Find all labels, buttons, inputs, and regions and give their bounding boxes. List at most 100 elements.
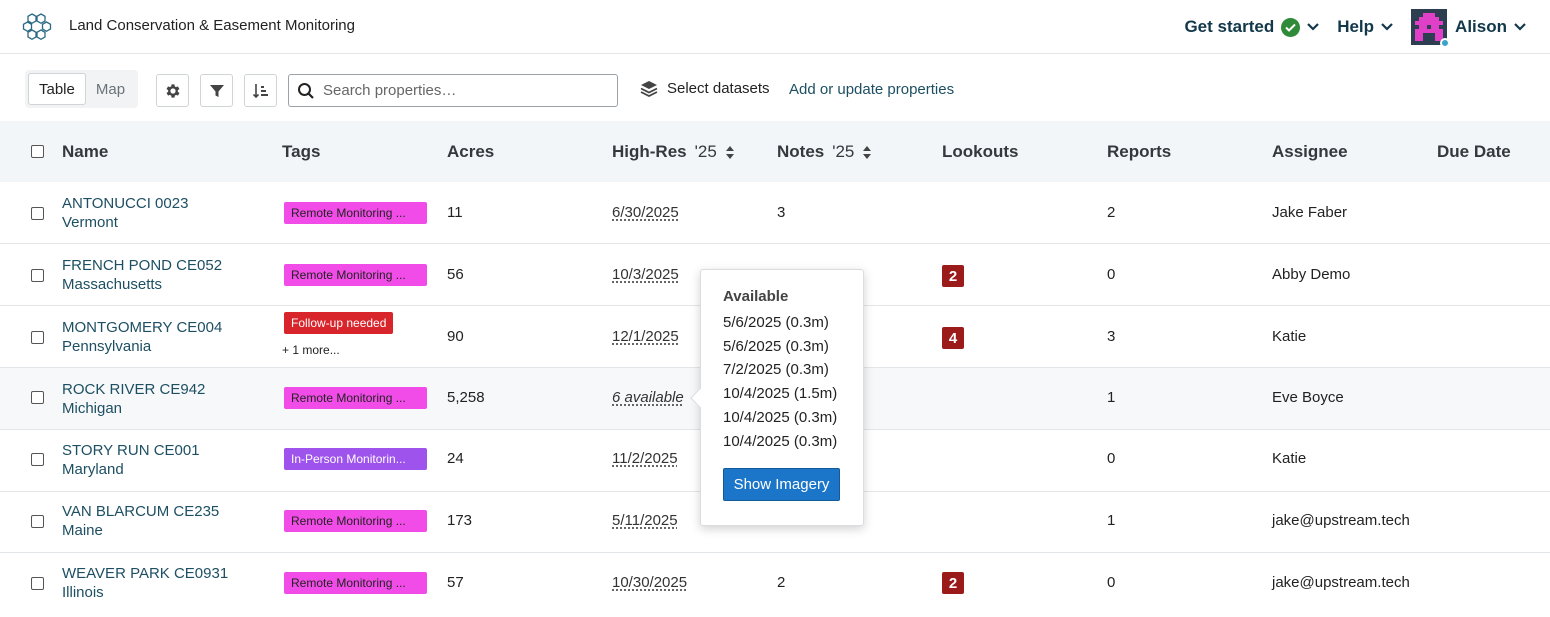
assignee-value: jake@upstream.tech bbox=[1272, 512, 1410, 529]
lookouts-badge[interactable]: 2 bbox=[942, 265, 964, 287]
row-checkbox[interactable] bbox=[31, 453, 44, 466]
table-row[interactable]: ANTONUCCI 0023 Vermont Remote Monitoring … bbox=[0, 182, 1550, 244]
assignee-value: Abby Demo bbox=[1272, 266, 1351, 283]
tag-badge[interactable]: Remote Monitoring ... bbox=[284, 510, 427, 532]
user-menu[interactable]: Alison bbox=[1411, 9, 1526, 48]
tag-badge[interactable]: Remote Monitoring ... bbox=[284, 264, 427, 286]
avatar bbox=[1411, 9, 1451, 48]
column-notes[interactable]: Notes '25 bbox=[777, 142, 872, 162]
imagery-date-item[interactable]: 10/4/2025 (1.5m) bbox=[723, 382, 863, 406]
property-name-link[interactable]: WEAVER PARK CE0931 Illinois bbox=[62, 564, 228, 602]
assignee-value: Jake Faber bbox=[1272, 204, 1348, 221]
acres-value: 5,258 bbox=[447, 389, 485, 406]
assignee-value: jake@upstream.tech bbox=[1272, 574, 1410, 591]
column-assignee-label: Assignee bbox=[1272, 142, 1348, 161]
property-name: VAN BLARCUM CE235 bbox=[62, 503, 220, 520]
imagery-date-item[interactable]: 10/4/2025 (0.3m) bbox=[723, 406, 863, 430]
settings-button[interactable] bbox=[156, 74, 189, 107]
show-imagery-button[interactable]: Show Imagery bbox=[723, 468, 840, 502]
acres-value: 57 bbox=[447, 574, 464, 591]
help-label: Help bbox=[1337, 17, 1375, 36]
high-res-value[interactable]: 5/11/2025 bbox=[612, 512, 678, 529]
row-checkbox[interactable] bbox=[31, 331, 44, 344]
high-res-value[interactable]: 10/30/2025 bbox=[612, 574, 687, 591]
imagery-date-item[interactable]: 7/2/2025 (0.3m) bbox=[723, 358, 863, 382]
row-checkbox[interactable] bbox=[31, 207, 44, 220]
logo-icon[interactable] bbox=[20, 12, 54, 42]
tag-badge[interactable]: Remote Monitoring ... bbox=[284, 387, 427, 409]
row-checkbox[interactable] bbox=[31, 269, 44, 282]
property-name-link[interactable]: FRENCH POND CE052 Massachusetts bbox=[62, 256, 222, 294]
high-res-value[interactable]: 6 available bbox=[612, 389, 684, 406]
filter-icon bbox=[209, 84, 224, 97]
sort-icon bbox=[252, 83, 268, 98]
acres-value: 90 bbox=[447, 328, 464, 345]
acres-value: 11 bbox=[447, 204, 463, 221]
more-tags-link[interactable]: + 1 more... bbox=[282, 343, 340, 357]
add-update-properties-link[interactable]: Add or update properties bbox=[789, 81, 954, 98]
property-name-link[interactable]: STORY RUN CE001 Maryland bbox=[62, 441, 200, 479]
notes-value: 2 bbox=[777, 574, 786, 591]
high-res-value[interactable]: 11/2/2025 bbox=[612, 450, 678, 467]
table-row[interactable]: WEAVER PARK CE0931 Illinois Remote Monito… bbox=[0, 553, 1550, 617]
tag-badge[interactable]: In-Person Monitorin... bbox=[284, 448, 427, 470]
property-name-link[interactable]: ROCK RIVER CE942 Michigan bbox=[62, 380, 205, 418]
nav-right: Get started Help Alison bbox=[1166, 9, 1526, 48]
imagery-date-item[interactable]: 5/6/2025 (0.3m) bbox=[723, 311, 863, 335]
help-menu[interactable]: Help bbox=[1337, 17, 1393, 37]
property-name: MONTGOMERY CE004 bbox=[62, 319, 223, 336]
filter-button[interactable] bbox=[200, 74, 233, 107]
top-nav-bar: Land Conservation & Easement Monitoring … bbox=[0, 0, 1550, 54]
chevron-down-icon bbox=[1307, 23, 1319, 31]
column-lookouts[interactable]: Lookouts bbox=[942, 142, 1019, 162]
imagery-date-item[interactable]: 10/4/2025 (0.3m) bbox=[723, 430, 863, 454]
map-view-button[interactable]: Map bbox=[86, 73, 135, 105]
sort-arrows-icon[interactable] bbox=[725, 145, 735, 160]
tag-badge[interactable]: Follow-up needed bbox=[284, 312, 394, 334]
get-started-menu[interactable]: Get started bbox=[1184, 17, 1319, 37]
layers-icon bbox=[640, 81, 658, 97]
column-notes-year: '25 bbox=[832, 142, 855, 161]
gear-icon bbox=[166, 83, 179, 98]
high-res-value[interactable]: 12/1/2025 bbox=[612, 328, 679, 345]
select-all-checkbox[interactable] bbox=[31, 145, 44, 158]
column-name[interactable]: Name bbox=[62, 142, 108, 162]
high-res-value[interactable]: 10/3/2025 bbox=[612, 266, 679, 283]
table-header: Name Tags Acres High-Res '25 Notes '25 L… bbox=[0, 121, 1550, 182]
column-reports[interactable]: Reports bbox=[1107, 142, 1171, 162]
assignee-value: Katie bbox=[1272, 328, 1307, 345]
property-name-link[interactable]: VAN BLARCUM CE235 Maine bbox=[62, 502, 219, 540]
column-high-res[interactable]: High-Res '25 bbox=[612, 142, 735, 162]
column-assignee[interactable]: Assignee bbox=[1272, 142, 1348, 162]
property-state: Pennsylvania bbox=[62, 338, 152, 355]
tag-badge[interactable]: Remote Monitoring ... bbox=[284, 202, 427, 224]
column-due-date-label: Due Date bbox=[1437, 142, 1511, 161]
column-acres[interactable]: Acres bbox=[447, 142, 494, 162]
acres-value: 56 bbox=[447, 266, 464, 283]
high-res-value[interactable]: 6/30/2025 bbox=[612, 204, 679, 221]
row-checkbox[interactable] bbox=[31, 577, 44, 590]
reports-value: 0 bbox=[1107, 574, 1116, 591]
lookouts-badge[interactable]: 2 bbox=[942, 572, 964, 594]
search-input[interactable] bbox=[323, 82, 603, 99]
sort-arrows-icon[interactable] bbox=[862, 145, 872, 160]
column-tags-label: Tags bbox=[282, 142, 321, 161]
sort-button[interactable] bbox=[244, 74, 277, 107]
column-due-date[interactable]: Due Date bbox=[1437, 142, 1511, 162]
property-name-link[interactable]: ANTONUCCI 0023 Vermont bbox=[62, 194, 188, 232]
column-name-label: Name bbox=[62, 142, 109, 161]
row-checkbox[interactable] bbox=[31, 391, 44, 404]
property-name-link[interactable]: MONTGOMERY CE004 Pennsylvania bbox=[62, 318, 222, 356]
select-datasets-button[interactable]: Select datasets bbox=[640, 80, 770, 97]
tag-badge[interactable]: Remote Monitoring ... bbox=[284, 572, 427, 594]
chevron-down-icon bbox=[1381, 23, 1393, 31]
property-state: Vermont bbox=[62, 214, 118, 231]
imagery-date-item[interactable]: 5/6/2025 (0.3m) bbox=[723, 335, 863, 359]
row-checkbox[interactable] bbox=[31, 515, 44, 528]
table-view-button[interactable]: Table bbox=[28, 73, 86, 105]
get-started-label: Get started bbox=[1184, 17, 1275, 36]
imagery-popover: Available 5/6/2025 (0.3m) 5/6/2025 (0.3m… bbox=[690, 269, 864, 526]
property-name: WEAVER PARK CE0931 bbox=[62, 565, 229, 582]
lookouts-badge[interactable]: 4 bbox=[942, 327, 964, 349]
reports-value: 0 bbox=[1107, 266, 1116, 283]
